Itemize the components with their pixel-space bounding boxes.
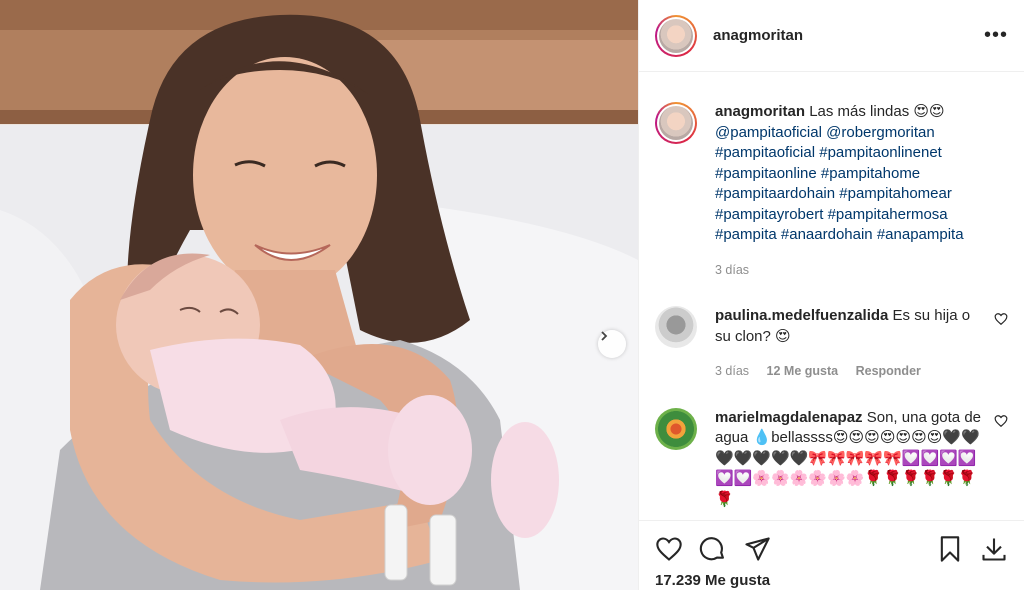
caption-username[interactable]: anagmoritan [715,103,805,120]
caption-tag[interactable]: #pampitaoficial [715,144,815,161]
commenter-avatar[interactable] [655,306,697,348]
caption-tag[interactable]: #pampitaonlinenet [819,144,942,161]
caption-tag[interactable]: @robergmoritan [826,124,935,141]
caption-tags: @pampitaoficial @robergmoritan #pampitao… [715,123,1008,246]
caption-time[interactable]: 3 días [715,263,749,277]
caption-tag[interactable]: #pampitayrobert [715,206,823,223]
heart-icon[interactable] [655,535,683,563]
caption-tag[interactable]: #pampitahome [821,165,920,182]
post-header: anagmoritan ••• [639,0,1024,72]
caption-tag[interactable]: #pampitahermosa [828,206,948,223]
next-photo-button[interactable] [598,330,626,358]
comment-icon[interactable] [699,535,727,563]
caption-tag[interactable]: #pampitaonline [715,165,817,182]
caption-tag[interactable]: @pampitaoficial [715,124,822,141]
comment-item: marielmagdalenapaz Son, una gota de agua… [655,407,1008,511]
comment-like-heart-icon[interactable] [994,414,1008,428]
post-side-panel: anagmoritan ••• anagmoritan Las más lind… [638,0,1024,590]
author-username[interactable]: anagmoritan [713,27,803,44]
download-icon[interactable] [980,535,1008,563]
caption-avatar[interactable] [655,102,697,144]
caption-text: Las más lindas 😍😍 [809,103,945,120]
caption-tag[interactable]: #pampitaardohain [715,185,835,202]
caption-tag[interactable]: #anapampita [877,226,964,243]
comment-time[interactable]: 3 días [715,364,749,378]
caption-tag[interactable]: #pampita [715,226,777,243]
comment-item: paulina.medelfuenzalida Es su hija o su … [655,306,1008,382]
comments-list[interactable]: anagmoritan Las más lindas 😍😍 @pampitaof… [639,84,1024,519]
photo-illustration [0,0,638,590]
comment-like-heart-icon[interactable] [994,312,1008,326]
post-actions-bar [639,520,1024,563]
chevron-right-icon [601,331,608,341]
share-icon[interactable] [743,535,771,563]
reply-button[interactable]: Responder [856,364,921,378]
commenter-username[interactable]: marielmagdalenapaz [715,409,863,426]
likes-count[interactable]: 17.239 Me gusta [655,572,770,589]
bookmark-icon[interactable] [936,535,964,563]
post-photo[interactable] [0,0,638,590]
more-options-button[interactable]: ••• [984,24,1008,47]
post-caption: anagmoritan Las más lindas 😍😍 @pampitaof… [655,84,1008,280]
author-avatar[interactable] [655,14,697,57]
commenter-username[interactable]: paulina.medelfuenzalida [715,307,888,324]
caption-tag[interactable]: #anaardohain [781,226,873,243]
comment-likes[interactable]: 12 Me gusta [767,364,839,378]
commenter-avatar[interactable] [655,407,697,450]
caption-tag[interactable]: #pampitahomear [839,185,952,202]
